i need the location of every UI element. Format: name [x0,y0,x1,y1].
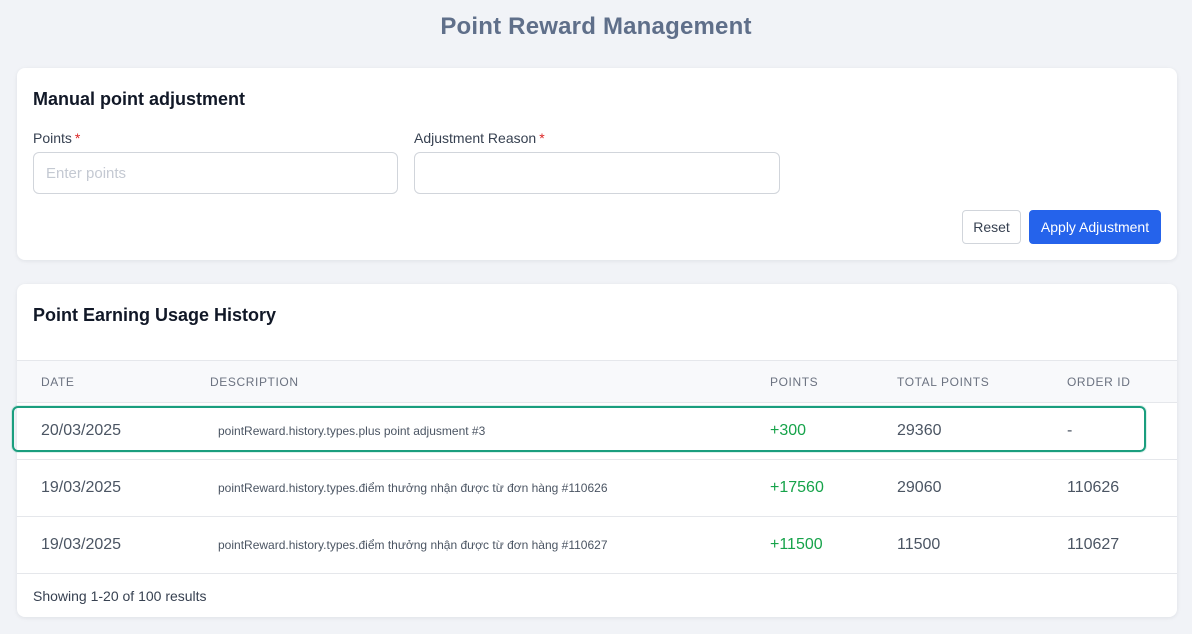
reason-required-marker: * [539,130,545,146]
adjustment-reason-label-text: Adjustment Reason [414,130,537,146]
points-label: Points * [33,130,80,146]
points-label-text: Points [33,130,72,146]
column-header-order-id[interactable]: ORDER ID [1067,361,1177,403]
page-title: Point Reward Management [440,13,752,40]
column-header-points[interactable]: POINTS [770,361,897,403]
history-title: Point Earning Usage History [33,305,277,325]
row-date: 19/03/2025 [41,479,122,496]
row-order-id: - [1067,422,1073,439]
row-date: 20/03/2025 [41,422,122,439]
points-input[interactable] [33,152,398,194]
row-date: 19/03/2025 [41,536,122,553]
manual-adjustment-title: Manual point adjustment [33,89,246,109]
row-order-id[interactable]: 110626 [1067,460,1177,517]
pagination-status: Showing 1-20 of 100 results [33,588,207,604]
row-points: +17560 [770,479,824,496]
row-total-points: 29060 [897,479,942,496]
row-order-id[interactable]: 110627 [1067,517,1177,574]
row-points: +11500 [770,536,823,553]
row-total-points: 11500 [897,536,941,553]
row-total-points: 29360 [897,422,942,439]
column-header-total-points[interactable]: TOTAL POINTS [897,361,1067,403]
row-description: pointReward.history.types.điểm thưởng nh… [218,538,608,552]
table-row[interactable]: 19/03/2025 pointReward.history.types.điể… [17,517,1177,574]
adjustment-reason-input[interactable] [414,152,780,194]
apply-adjustment-button[interactable]: Apply Adjustment [1029,210,1161,244]
manual-adjustment-card: Manual point adjustment Points* Adjustme… [17,68,1177,260]
reset-button[interactable]: Reset [962,210,1021,244]
adjustment-reason-label: Adjustment Reason * [414,130,545,146]
history-table: DATE DESCRIPTION POINTS TOTAL POINTS ORD… [17,360,1177,574]
column-header-date[interactable]: DATE [17,361,210,403]
row-points: +300 [770,422,807,439]
points-required-marker: * [74,130,81,146]
table-row[interactable]: 19/03/2025 pointReward.history.types.điể… [17,460,1177,517]
history-card: Point Earning Usage History DATE DESCRIP… [17,284,1177,617]
table-row[interactable]: 20/03/2025 pointReward.history.types.plu… [17,403,1177,460]
row-description: pointReward.history.types.điểm thưởng nh… [218,481,608,495]
column-header-description[interactable]: DESCRIPTION [210,361,770,403]
row-description: pointReward.history.types.plus point adj… [218,424,486,438]
history-table-header: DATE DESCRIPTION POINTS TOTAL POINTS ORD… [17,360,1177,403]
